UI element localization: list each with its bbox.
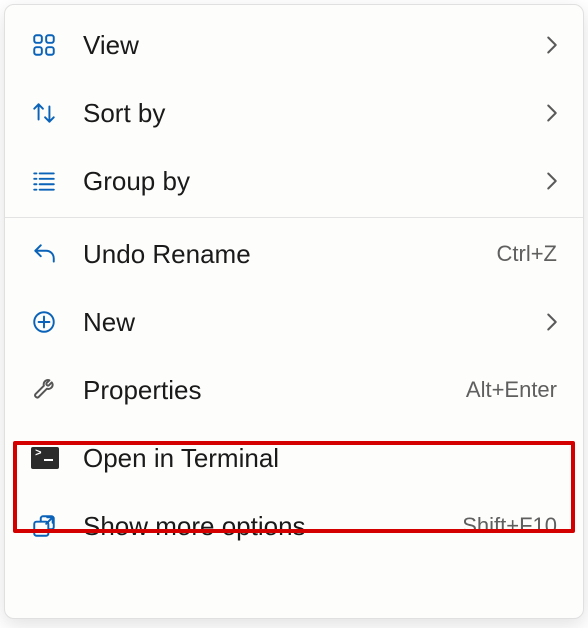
chevron-right-icon <box>541 35 563 55</box>
menu-label: Group by <box>69 166 541 197</box>
menu-item-show-more-options[interactable]: Show more options Shift+F10 <box>5 492 583 560</box>
menu-label: New <box>69 307 541 338</box>
menu-label: Open in Terminal <box>69 443 563 474</box>
chevron-right-icon <box>541 103 563 123</box>
menu-shortcut: Ctrl+Z <box>497 241 558 267</box>
menu-item-undo-rename[interactable]: Undo Rename Ctrl+Z <box>5 220 583 288</box>
menu-label: Undo Rename <box>69 239 497 270</box>
menu-shortcut: Alt+Enter <box>466 377 557 403</box>
show-more-icon <box>31 513 69 539</box>
menu-item-properties[interactable]: Properties Alt+Enter <box>5 356 583 424</box>
view-icon <box>31 32 69 58</box>
terminal-icon <box>31 447 69 469</box>
chevron-right-icon <box>541 312 563 332</box>
undo-icon <box>31 241 69 267</box>
properties-icon <box>31 377 69 403</box>
menu-label: Show more options <box>69 511 462 542</box>
new-icon <box>31 309 69 335</box>
menu-label: Sort by <box>69 98 541 129</box>
chevron-right-icon <box>541 171 563 191</box>
menu-label: Properties <box>69 375 466 406</box>
menu-item-view[interactable]: View <box>5 11 583 79</box>
menu-item-sort-by[interactable]: Sort by <box>5 79 583 147</box>
menu-item-open-in-terminal[interactable]: Open in Terminal <box>5 424 583 492</box>
context-menu: View Sort by Group by <box>4 4 584 619</box>
group-icon <box>31 168 69 194</box>
menu-divider <box>5 217 583 218</box>
menu-item-group-by[interactable]: Group by <box>5 147 583 215</box>
sort-icon <box>31 100 69 126</box>
menu-label: View <box>69 30 541 61</box>
menu-item-new[interactable]: New <box>5 288 583 356</box>
menu-shortcut: Shift+F10 <box>462 513 557 539</box>
